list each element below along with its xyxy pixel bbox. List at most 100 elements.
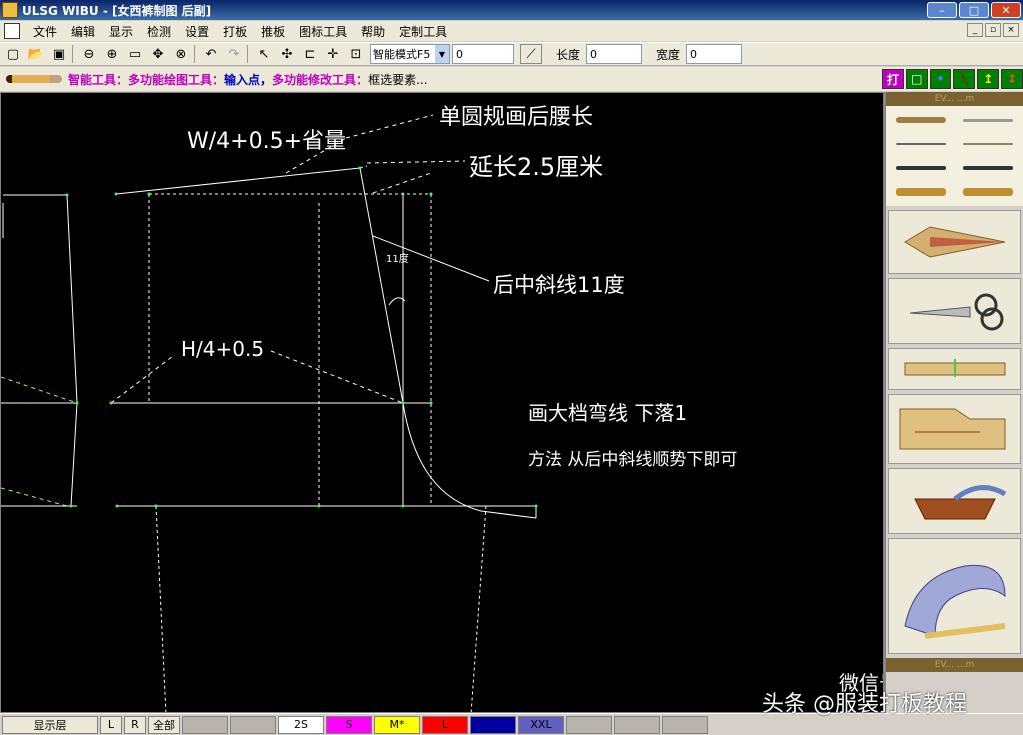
scribe-tool-icon[interactable] (955, 132, 1022, 156)
menu-settings[interactable]: 设置 (178, 23, 216, 40)
size-m-chip[interactable]: M* (374, 715, 420, 734)
chevron-down-icon[interactable]: ▼ (435, 45, 449, 63)
curve-ruler-button[interactable] (888, 538, 1021, 654)
pattern-piece-icon (899, 408, 1005, 450)
grade-mode-icon[interactable]: ↕ (1001, 69, 1023, 89)
line-mode-icon[interactable]: ╲ (953, 69, 976, 89)
watermark-toutiao: 头条 @服装打板教程 (762, 692, 967, 717)
undo-icon[interactable]: ↶ (201, 44, 221, 64)
rectangle-tool-icon[interactable]: □ (905, 69, 928, 89)
pattern-drawing (1, 114, 538, 712)
empty-size-slot (182, 715, 228, 734)
empty-size-slot (230, 715, 276, 734)
menu-pattern[interactable]: 打板 (216, 23, 254, 40)
pattern-point (401, 401, 405, 405)
hip-formula-label: H/4+0.5 (181, 337, 265, 361)
minimize-button[interactable]: – (927, 2, 957, 18)
wash-tool-button[interactable] (888, 468, 1021, 534)
value-field[interactable]: 0 (452, 44, 514, 64)
pattern-point (115, 504, 119, 508)
mini-tool-grid (886, 106, 1023, 206)
size-l-chip[interactable]: L (422, 715, 468, 734)
measure-wheel-icon[interactable] (955, 180, 1022, 204)
menu-help[interactable]: 帮助 (354, 23, 392, 40)
stylus-tool-icon[interactable] (888, 132, 955, 156)
chalk-icon (903, 226, 1005, 258)
window-title: ULSG WIBU - [女西裤制图 后副] (22, 3, 212, 18)
menu-file[interactable]: 文件 (26, 23, 64, 40)
hint-modify-tool: 多功能修改工具： (272, 72, 369, 87)
size-2s-chip[interactable]: 2S (278, 715, 324, 734)
divider-tool-icon[interactable] (955, 156, 1022, 180)
mdi-restore-button[interactable]: ▫ (985, 23, 1001, 37)
menu-custom-tools[interactable]: 定制工具 (392, 23, 454, 40)
empty-size-slot (566, 715, 612, 734)
pattern-mode-button[interactable]: 打 (882, 69, 904, 89)
add-point-icon[interactable]: ✛ (323, 44, 343, 64)
drawing-canvas[interactable]: W/4+0.5+省量 单圆规画后腰长 延长2.5厘米 11度 后中斜线11度 H… (0, 92, 884, 713)
open-folder-icon[interactable]: 📂 (26, 44, 46, 64)
arrow-mode-icon[interactable]: ↥ (977, 69, 1000, 89)
chalk-tool-button[interactable] (888, 210, 1021, 274)
size-xl-chip[interactable]: XL (470, 715, 516, 734)
pattern-point (358, 166, 362, 170)
extend-note-leader-2 (372, 172, 432, 194)
hint-input-point: 输入点， (224, 72, 273, 87)
toolbar-separator (194, 45, 195, 63)
align-tool-icon[interactable]: ⊏ (300, 44, 320, 64)
layer-r-button[interactable]: R (124, 715, 146, 734)
mode-select[interactable]: 智能模式F5 ▼ (370, 44, 450, 64)
zoom-in-icon[interactable]: ⊕ (102, 44, 122, 64)
width-field[interactable]: 0 (686, 44, 743, 64)
menu-grading[interactable]: 推板 (254, 23, 292, 40)
new-file-icon[interactable]: ▢ (3, 44, 23, 64)
pattern-piece-button[interactable] (888, 394, 1021, 464)
menu-check[interactable]: 检测 (140, 23, 178, 40)
maximize-button[interactable]: □ (959, 2, 989, 18)
menu-view[interactable]: 显示 (102, 23, 140, 40)
front-hip-dash (1, 376, 78, 404)
length-field[interactable]: 0 (586, 44, 643, 64)
pattern-point (401, 192, 405, 196)
layer-l-button[interactable]: L (100, 715, 122, 734)
mdi-minimize-button[interactable]: _ (967, 23, 983, 37)
zoom-out-icon[interactable]: ⊖ (79, 44, 99, 64)
notch-icon (904, 359, 1005, 377)
menu-icon-tools[interactable]: 图标工具 (292, 23, 354, 40)
save-icon[interactable]: ▣ (49, 44, 69, 64)
line-tool-icon[interactable]: ⟋ (520, 44, 542, 64)
close-button[interactable]: ✕ (991, 2, 1021, 18)
tracing-wheel-icon[interactable] (888, 180, 955, 204)
notch-tool-button[interactable] (888, 348, 1021, 390)
extend-note-leader (366, 160, 466, 164)
waist-formula-label: W/4+0.5+省量 (187, 129, 347, 154)
size-s-chip[interactable]: S (326, 715, 372, 734)
compass-tool-icon[interactable] (888, 156, 955, 180)
zoom-fit-icon[interactable]: ▭ (125, 44, 145, 64)
size-xxl-chip[interactable]: XXL (518, 715, 564, 734)
pan-icon[interactable]: ✥ (148, 44, 168, 64)
layer-all-button[interactable]: 全部 (148, 715, 180, 734)
zoom-window-icon[interactable]: ⊗ (171, 44, 191, 64)
redo-icon[interactable]: ↷ (224, 44, 244, 64)
display-layer-button[interactable]: 显示层 (2, 715, 98, 734)
pattern-point (401, 504, 405, 508)
document-icon[interactable] (4, 23, 20, 39)
scissors-tool-button[interactable] (888, 278, 1021, 344)
pen-tool-icon[interactable] (955, 108, 1022, 132)
front-crotch-dash (1, 487, 68, 507)
mdi-close-button[interactable]: × (1003, 23, 1019, 37)
title-bar: ULSG WIBU - [女西裤制图 后副] – □ ✕ (0, 0, 1023, 20)
menu-edit[interactable]: 编辑 (64, 23, 102, 40)
scissors-icon (909, 293, 1003, 331)
tool-panel: EV... ...m EV... ...m (884, 92, 1023, 713)
select-delete-icon[interactable]: ↖ (254, 44, 274, 64)
pattern-point (534, 504, 538, 508)
point-tool-icon[interactable]: ✣ (277, 44, 297, 64)
measure-tool-icon[interactable]: ⊡ (346, 44, 366, 64)
pencil-tool-icon[interactable] (888, 108, 955, 132)
empty-size-slot (614, 715, 660, 734)
crotch-curve (402, 402, 537, 519)
pencil-icon (6, 75, 62, 83)
point-mode-icon[interactable]: • (929, 69, 952, 89)
